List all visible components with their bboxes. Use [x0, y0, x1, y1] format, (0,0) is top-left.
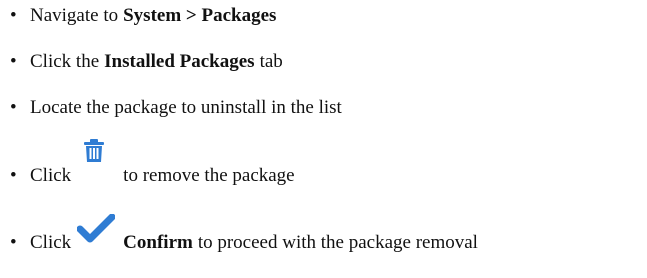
- step-text: Navigate to: [30, 5, 119, 26]
- trash-icon: [84, 139, 105, 162]
- confirm-button-label: Confirm: [123, 232, 193, 253]
- step-confirm-removal: • Click Confirm to proceed with the pack…: [10, 214, 478, 254]
- step-navigate: • Navigate to System > Packages: [10, 5, 276, 27]
- checkmark-icon: [77, 214, 116, 243]
- bullet: •: [10, 5, 17, 26]
- tab-name: Installed Packages: [104, 51, 255, 72]
- bullet: •: [10, 97, 17, 118]
- step-click-tab: • Click the Installed Packages tab: [10, 51, 283, 73]
- step-text: Click: [30, 232, 72, 253]
- step-text-post: to remove the package: [123, 165, 295, 186]
- step-text: Click: [30, 165, 72, 186]
- step-text: Locate the package to uninstall in the l…: [30, 97, 342, 118]
- step-text-post: to proceed with the package removal: [197, 232, 478, 253]
- menu-path: System > Packages: [123, 5, 277, 26]
- bullet: •: [10, 51, 17, 72]
- step-text: Click the: [30, 51, 100, 72]
- bullet: •: [10, 232, 17, 253]
- bullet: •: [10, 165, 17, 186]
- step-locate-package: • Locate the package to uninstall in the…: [10, 97, 342, 119]
- step-remove-package: • Click to remove the package: [10, 139, 295, 187]
- step-text-post: tab: [259, 51, 283, 72]
